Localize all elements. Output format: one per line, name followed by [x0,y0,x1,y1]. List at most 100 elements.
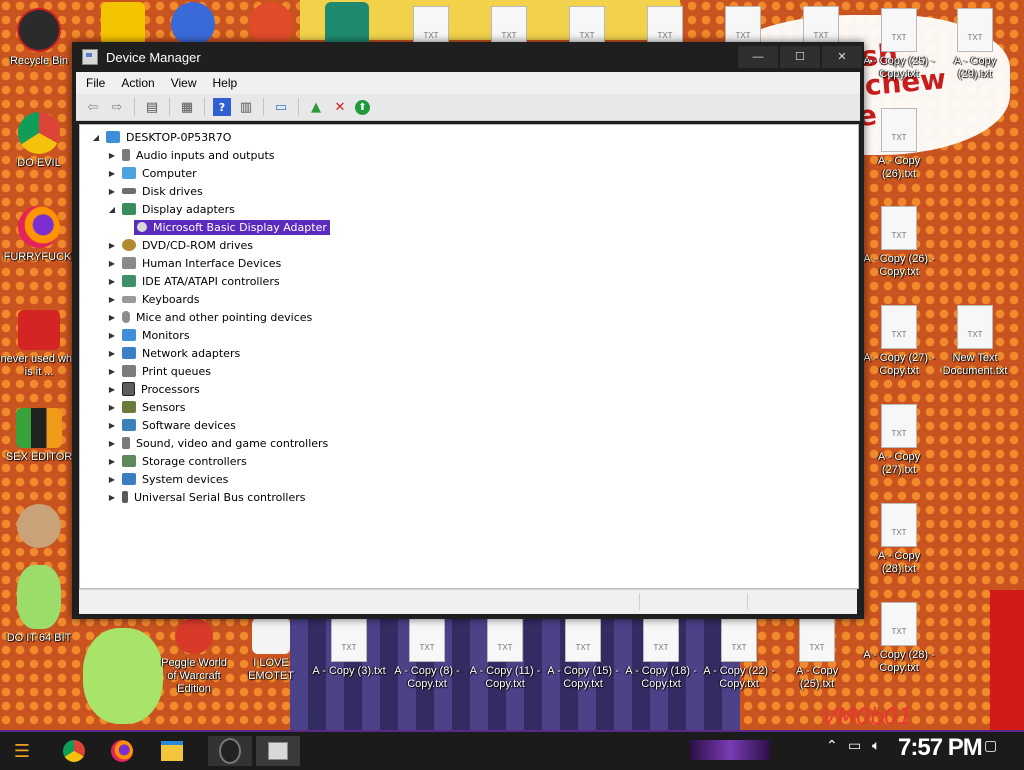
expand-arrow-icon[interactable]: ▶ [106,385,118,394]
expand-arrow-icon[interactable]: ▶ [106,331,118,340]
desktop-txt-right-5[interactable]: A - Copy (27) - Copy.txt [860,305,938,378]
start-icon[interactable]: ☰ [6,736,38,766]
tree-view-icon[interactable]: ▤ [143,98,161,116]
collapse-arrow-icon[interactable]: ◢ [90,133,102,142]
desktop-icon-firefox[interactable]: FURRYFUCK! [0,206,78,264]
tree-item-print-queues[interactable]: ▶ Print queues [106,362,330,380]
tree-item-monitors[interactable]: ▶ Monitors [106,326,330,344]
maximize-button[interactable]: ☐ [780,46,820,68]
menu-view[interactable]: View [171,76,197,90]
network-tray-icon[interactable]: ▭ [848,738,861,754]
desktop-txt-right-2[interactable]: A - Copy (29).txt [936,8,1014,81]
expand-arrow-icon[interactable]: ▶ [106,493,118,502]
desktop-icon-character[interactable] [0,504,78,551]
volume-icon[interactable]: 🔈︎ [872,738,880,754]
tree-item-network[interactable]: ▶ Network adapters [106,344,330,362]
monitor-icon[interactable]: ▭ [272,98,290,116]
desktop-icon-devcpp[interactable]: never used why is it ... [0,310,78,379]
expand-arrow-icon[interactable]: ▶ [106,277,118,286]
tree-item-keyboards[interactable]: ▶ Keyboards [106,290,330,308]
collapse-arrow-icon[interactable]: ◢ [106,205,118,214]
desktop-txt-bottom-6[interactable]: A - Copy (22) - Copy.txt [700,618,778,691]
desktop-txt-bottom-5[interactable]: A - Copy (18) - Copy.txt [622,618,700,691]
desktop-txt-right-4[interactable]: A - Copy (26) - Copy.txt [860,206,938,279]
desktop-txt-right-6[interactable]: New Text Document.txt [936,305,1014,378]
close-button[interactable]: ✕ [822,46,862,68]
tree-item-ide[interactable]: ▶ IDE ATA/ATAPI controllers [106,272,330,290]
selected-device[interactable]: Microsoft Basic Display Adapter [134,219,330,235]
tree-item-audio[interactable]: ▶ Audio inputs and outputs [106,146,330,164]
expand-arrow-icon[interactable]: ▶ [106,169,118,178]
expand-arrow-icon[interactable]: ▶ [106,313,118,322]
chrome-taskbar-icon[interactable] [58,736,90,766]
enable-icon[interactable]: ⬆ [355,99,370,115]
expand-arrow-icon[interactable]: ▶ [106,349,118,358]
tree-item-disk-drives[interactable]: ▶ Disk drives [106,182,330,200]
expand-arrow-icon[interactable]: ▶ [106,457,118,466]
expand-arrow-icon[interactable]: ▶ [106,187,118,196]
tree-item-dvd[interactable]: ▶ DVD/CD-ROM drives [106,236,330,254]
menu-file[interactable]: File [86,76,105,90]
desktop-txt-right-8[interactable]: A - Copy (28).txt [860,503,938,576]
help-icon[interactable]: ? [213,98,231,116]
tree-item-processors[interactable]: ▶ Processors [106,380,330,398]
desktop-icon-peggle[interactable]: Peggle World of Warcraft Edition [155,618,233,696]
desktop-icon-chrome[interactable]: DO EVIL [0,112,78,170]
desktop-txt-right-7[interactable]: A - Copy (27).txt [860,404,938,477]
expand-arrow-icon[interactable]: ▶ [106,439,118,448]
clock[interactable]: 7:57 PM [898,734,983,762]
expand-arrow-icon[interactable]: ▶ [106,403,118,412]
expand-arrow-icon[interactable]: ▶ [106,295,118,304]
desktop-icon-emotet[interactable]: I LOVE EMOTET [232,618,310,683]
desktop-txt-bottom-1[interactable]: A - Copy (3).txt [310,618,388,678]
tree-item-system-devices[interactable]: ▶ System devices [106,470,330,488]
minimize-button[interactable]: — [738,46,778,68]
tree-item-display-adapters[interactable]: ◢ Display adapters [106,200,330,218]
desktop-txt-right-1[interactable]: A - Copy (25) - Copy.txt [860,8,938,81]
menu-action[interactable]: Action [121,76,154,90]
file-explorer-icon[interactable] [156,736,188,766]
desktop-txt-right-9[interactable]: A - Copy (28) - Copy.txt [860,602,938,675]
expand-arrow-icon[interactable]: ▶ [106,475,118,484]
tree-root[interactable]: ◢ DESKTOP-0P53R7O [90,128,330,146]
expand-arrow-icon[interactable]: ▶ [106,151,118,160]
update-driver-icon[interactable]: ▲ [307,98,325,116]
uninstall-icon[interactable]: ✕ [331,98,349,116]
device-manager-window[interactable]: Device Manager — ☐ ✕ File Action View He… [72,42,864,619]
computer-icon [122,167,136,179]
expand-arrow-icon[interactable]: ▶ [106,241,118,250]
expand-arrow-icon[interactable]: ▶ [106,367,118,376]
tree-item-software-devices[interactable]: ▶ Software devices [106,416,330,434]
properties-icon[interactable]: ▦ [178,98,196,116]
expand-arrow-icon[interactable]: ▶ [106,259,118,268]
tree-item-usb[interactable]: ▶ Universal Serial Bus controllers [106,488,330,506]
device-manager-taskbar-icon[interactable] [256,736,300,766]
character-app-icon[interactable] [208,736,252,766]
desktop-txt-bottom-7[interactable]: A - Copy (25).txt [778,618,856,691]
back-icon[interactable]: ⇦ [84,98,102,116]
menu-help[interactable]: Help [213,76,238,90]
expand-arrow-icon[interactable]: ▶ [106,421,118,430]
resources-icon[interactable]: ▥ [237,98,255,116]
txt-file-icon [721,618,757,662]
desktop-txt-bottom-4[interactable]: A - Copy (15) - Copy.txt [544,618,622,691]
tree-item-computer[interactable]: ▶ Computer [106,164,330,182]
desktop-icon-recycle-bin[interactable]: Recycle Bin [0,8,78,68]
desktop-icon-hxd[interactable]: SEX EDITOR [0,408,78,464]
chevron-up-icon[interactable]: ⌃ [826,738,838,754]
tree-item-sound[interactable]: ▶ Sound, video and game controllers [106,434,330,452]
tree-item-mice[interactable]: ▶ Mice and other pointing devices [106,308,330,326]
title-bar[interactable]: Device Manager — ☐ ✕ [72,42,864,72]
desktop-txt-right-3[interactable]: A - Copy (26).txt [860,108,938,181]
desktop-txt-bottom-2[interactable]: A - Copy (8) - Copy.txt [388,618,466,691]
tree-item-storage[interactable]: ▶ Storage controllers [106,452,330,470]
device-tree-pane[interactable]: ◢ DESKTOP-0P53R7O ▶ Audio inputs and outp… [79,124,859,589]
firefox-taskbar-icon[interactable] [106,736,138,766]
tree-item-sensors[interactable]: ▶ Sensors [106,398,330,416]
tree-item-basic-display-adapter[interactable]: Microsoft Basic Display Adapter [106,218,330,236]
forward-icon[interactable]: ⇨ [108,98,126,116]
desktop-icon-do-it-64[interactable]: DO IT 64 BIT [0,565,78,645]
tree-item-hid[interactable]: ▶ Human Interface Devices [106,254,330,272]
desktop-txt-bottom-3[interactable]: A - Copy (11) - Copy.txt [466,618,544,691]
notification-icon[interactable]: ▢ [984,738,997,754]
